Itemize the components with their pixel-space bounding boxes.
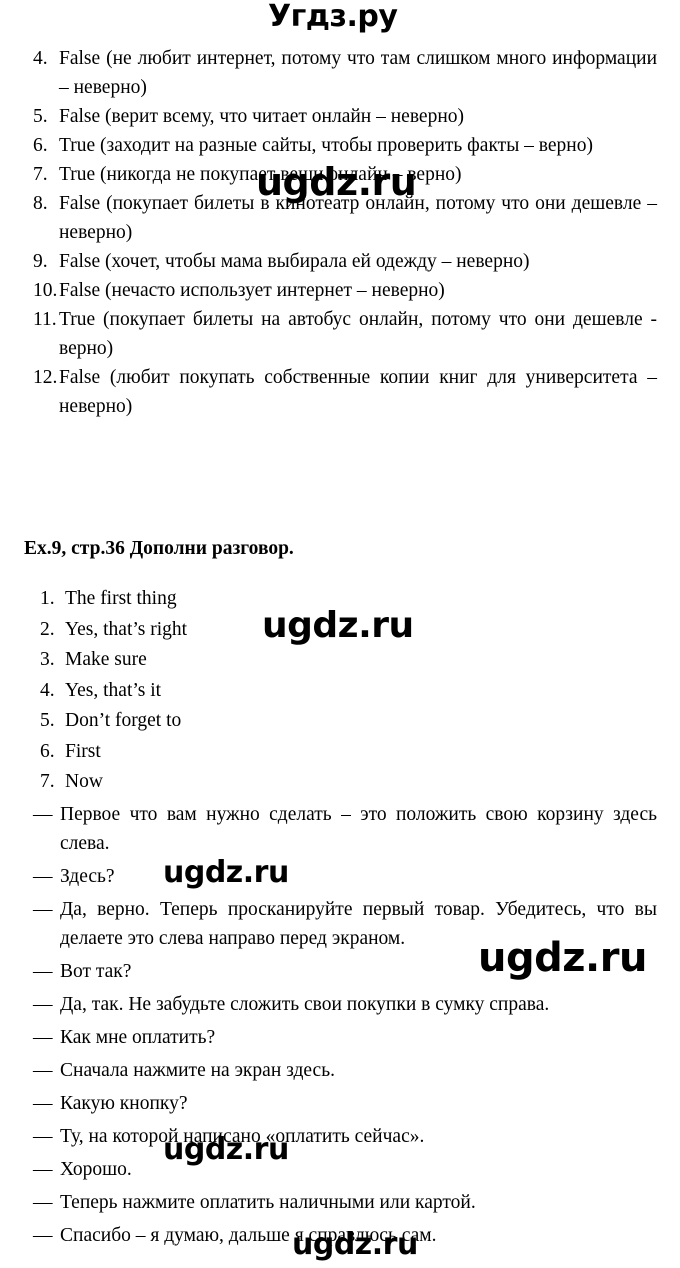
dialogue-line: — Теперь нажмите оплатить наличными или … xyxy=(33,1188,657,1217)
watermark-ugdz-6: ugdz.ru xyxy=(292,1227,418,1262)
answer-item: 4. False (не любит интернет, потому что … xyxy=(33,44,657,102)
dialogue-line: — Здесь? xyxy=(33,862,657,891)
exercise-answer-text: Yes, that’s it xyxy=(65,679,162,701)
dialogue-text: Да, так. Не забудьте сложить свои покупк… xyxy=(60,994,550,1015)
exercise-answer-number: 4. xyxy=(40,679,55,701)
dialogue-block: — Первое что вам нужно сделать – это пол… xyxy=(33,800,657,1254)
dialogue-line: — Сначала нажмите на экран здесь. xyxy=(33,1056,657,1085)
answer-number: 11. xyxy=(33,309,57,330)
dialogue-text: Сначала нажмите на экран здесь. xyxy=(60,1060,335,1081)
dialogue-line: — Да, так. Не забудьте сложить свои поку… xyxy=(33,990,657,1019)
answer-text: False (не любит интернет, потому что там… xyxy=(59,48,657,98)
answer-text: False (верит всему, что читает онлайн – … xyxy=(59,106,465,127)
dialogue-line: — Какую кнопку? xyxy=(33,1089,657,1118)
watermark-ugdz-1: ugdz.ru xyxy=(256,160,417,204)
dialogue-line: — Как мне оплатить? xyxy=(33,1023,657,1052)
dialogue-dash: — xyxy=(33,1060,53,1081)
answer-item: 9. False (хочет, чтобы мама выбирала ей … xyxy=(33,247,657,276)
exercise-answer-item: 7. Now xyxy=(40,767,640,798)
exercise-answer-number: 5. xyxy=(40,710,55,731)
exercise-answer-item: 5. Don’t forget to xyxy=(40,706,640,737)
answer-item: 5. False (верит всему, что читает онлайн… xyxy=(33,102,657,131)
answer-text: False (нечасто использует интернет – нев… xyxy=(59,280,445,301)
dialogue-dash: — xyxy=(33,1093,53,1114)
answer-number: 10. xyxy=(33,280,58,301)
exercise-answer-item: 4. Yes, that’s it xyxy=(40,676,640,707)
exercise-answer-text: Make sure xyxy=(65,649,147,670)
answer-number: 6. xyxy=(33,135,48,156)
exercise-answer-item: 3. Make sure xyxy=(40,645,640,676)
dialogue-text: Ту, на которой написано «оплатить сейчас… xyxy=(60,1126,425,1147)
dialogue-text: Теперь нажмите оплатить наличными или ка… xyxy=(60,1192,476,1213)
dialogue-dash: — xyxy=(33,1126,53,1147)
dialogue-dash: — xyxy=(33,1159,53,1180)
exercise-heading: Ex.9, стр.36 Дополни разговор. xyxy=(24,538,294,559)
dialogue-line: — Первое что вам нужно сделать – это пол… xyxy=(33,800,657,858)
watermark-ugdz-top: Угдз.ру xyxy=(268,0,398,34)
dialogue-dash: — xyxy=(33,804,53,825)
exercise-answer-text: Now xyxy=(65,771,103,792)
watermark-ugdz-5: ugdz.ru xyxy=(163,1132,289,1167)
answer-number: 4. xyxy=(33,48,48,69)
answer-item: 6. True (заходит на разные сайты, чтобы … xyxy=(33,131,657,160)
dialogue-text: Как мне оплатить? xyxy=(60,1027,216,1048)
answer-text: False (хочет, чтобы мама выбирала ей оде… xyxy=(59,251,530,272)
answers-list: 4. False (не любит интернет, потому что … xyxy=(33,44,657,421)
dialogue-dash: — xyxy=(33,961,53,982)
dialogue-line: — Хорошо. xyxy=(33,1155,657,1184)
watermark-ugdz-2: ugdz.ru xyxy=(262,605,414,646)
answer-text: False (любит покупать собственные копии … xyxy=(59,367,657,417)
answer-number: 8. xyxy=(33,193,48,214)
dialogue-dash: — xyxy=(33,899,53,920)
dialogue-dash: — xyxy=(33,1225,53,1246)
answer-item: 10. False (нечасто использует интернет –… xyxy=(33,276,657,305)
dialogue-text: Первое что вам нужно сделать – это полож… xyxy=(60,804,657,854)
exercise-answer-number: 2. xyxy=(40,618,55,640)
exercise-answer-number: 1. xyxy=(40,588,55,609)
dialogue-text: Какую кнопку? xyxy=(60,1093,188,1114)
dialogue-dash: — xyxy=(33,1027,53,1048)
answer-item: 11. True (покупает билеты на автобус онл… xyxy=(33,305,657,363)
dialogue-dash: — xyxy=(33,1192,53,1213)
watermark-ugdz-3: ugdz.ru xyxy=(163,855,289,890)
answer-number: 5. xyxy=(33,106,48,127)
answer-text: True (заходит на разные сайты, чтобы про… xyxy=(59,135,593,156)
answer-text: True (покупает билеты на автобус онлайн,… xyxy=(59,309,657,359)
answer-number: 7. xyxy=(33,164,48,185)
exercise-answer-item: 6. First xyxy=(40,737,640,768)
dialogue-dash: — xyxy=(33,994,53,1015)
dialogue-text: Хорошо. xyxy=(60,1159,132,1180)
exercise-answer-number: 3. xyxy=(40,649,55,670)
exercise-answer-number: 7. xyxy=(40,771,55,792)
document-page: Угдз.ру ugdz.ru ugdz.ru ugdz.ru ugdz.ru … xyxy=(0,0,680,1268)
dialogue-text: Здесь? xyxy=(60,866,115,887)
watermark-ugdz-4: ugdz.ru xyxy=(478,935,647,981)
dialogue-line: — Ту, на которой написано «оплатить сейч… xyxy=(33,1122,657,1151)
exercise-answer-text: Don’t forget to xyxy=(65,710,182,731)
dialogue-dash: — xyxy=(33,866,53,887)
answer-item: 12. False (любит покупать собственные ко… xyxy=(33,363,657,421)
exercise-answer-number: 6. xyxy=(40,740,55,762)
answer-number: 12. xyxy=(33,367,58,388)
exercise-answer-text: First xyxy=(65,740,101,762)
answer-number: 9. xyxy=(33,251,48,272)
